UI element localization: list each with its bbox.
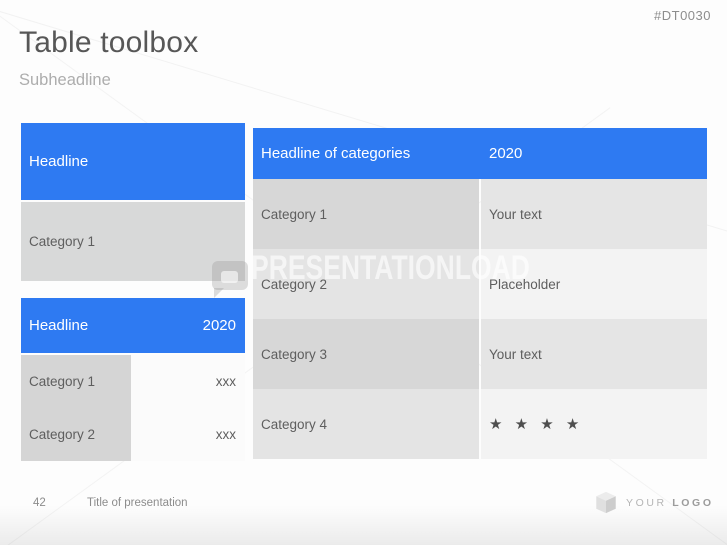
table3-header-label: Headline of categories <box>261 145 410 162</box>
table2-header-year: 2020 <box>203 317 236 334</box>
template-code: #DT0030 <box>654 8 711 23</box>
table-headline-single: Headline Category 1 <box>21 123 245 281</box>
page-subtitle: Subheadline <box>19 71 111 90</box>
table2-header: Headline 2020 <box>21 298 245 353</box>
table-row: Category 2 xxx <box>21 408 245 461</box>
table2-label-cell: Category 2 <box>21 408 131 461</box>
table1-header-label: Headline <box>29 153 88 170</box>
cell-text: xxx <box>216 374 236 389</box>
table3-header-label-cell: Headline of categories <box>253 145 479 162</box>
cell-text: Category 3 <box>261 347 327 362</box>
table2-header-label: Headline <box>29 317 88 334</box>
table3-header-year-cell: 2020 <box>481 145 707 162</box>
presentation-title: Title of presentation <box>87 497 188 509</box>
cell-text: Your text <box>489 347 542 362</box>
table-categories: Headline of categories 2020 Category 1 Y… <box>253 128 707 459</box>
table2-label-cell: Category 1 <box>21 355 131 408</box>
cell-text: Category 4 <box>261 417 327 432</box>
table3-label-cell: Category 1 <box>253 179 479 249</box>
table-headline-year: Headline 2020 Category 1 xxx Category 2 … <box>21 298 245 461</box>
table3-value-cell: Your text <box>481 319 707 389</box>
table3-header: Headline of categories 2020 <box>253 128 707 179</box>
logo-word-bold: LOGO <box>672 497 713 509</box>
cell-text: Category 1 <box>29 374 95 389</box>
page-title: Table toolbox <box>19 26 198 60</box>
table2-value-cell: xxx <box>131 408 245 461</box>
cell-text: xxx <box>216 427 236 442</box>
table3-header-year: 2020 <box>489 145 522 162</box>
cell-text: Category 1 <box>261 207 327 222</box>
table3-label-cell: Category 3 <box>253 319 479 389</box>
table1-header: Headline <box>21 123 245 200</box>
slide: #DT0030 Table toolbox Subheadline Headli… <box>0 0 727 545</box>
table3-rating-cell: ★ ★ ★ ★ <box>481 389 707 459</box>
logo-text: YOUR LOGO <box>626 497 714 509</box>
page-number: 42 <box>33 497 46 509</box>
table-row: Category 4 ★ ★ ★ ★ <box>253 389 707 459</box>
table2-body: Category 1 xxx Category 2 xxx <box>21 355 245 461</box>
table3-value-cell: Your text <box>481 179 707 249</box>
table-row: Category 3 Your text <box>253 319 707 389</box>
table-row: Category 1 xxx <box>21 355 245 408</box>
logo-word-light: YOUR <box>626 497 672 509</box>
cell-text: Your text <box>489 207 542 222</box>
table1-category-label: Category 1 <box>29 234 95 249</box>
table2-value-cell: xxx <box>131 355 245 408</box>
table-row: Category 1 Your text <box>253 179 707 249</box>
speech-bubble-icon <box>212 261 248 290</box>
table3-label-cell: Category 4 <box>253 389 479 459</box>
star-rating-icons: ★ ★ ★ ★ <box>489 415 583 433</box>
cube-icon <box>595 491 617 514</box>
watermark-text: PRESENTATIONLOAD <box>251 249 530 288</box>
cell-text: Category 2 <box>29 427 95 442</box>
placeholder-logo: YOUR LOGO <box>595 491 714 514</box>
